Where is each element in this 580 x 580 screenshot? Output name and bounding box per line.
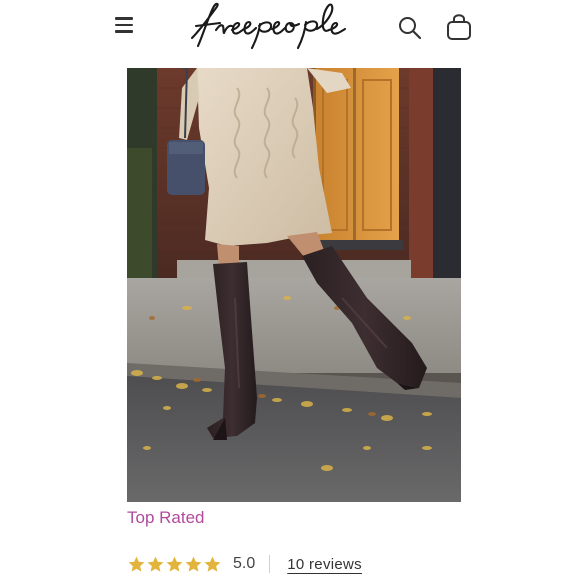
star-icon xyxy=(128,556,145,572)
menu-icon[interactable] xyxy=(115,17,133,33)
shopping-bag-icon[interactable] xyxy=(445,12,473,42)
star-icon xyxy=(204,556,221,572)
top-rated-badge: Top Rated xyxy=(127,508,205,527)
brand-logo[interactable] xyxy=(186,0,396,50)
star-rating xyxy=(127,555,222,574)
reviews-link[interactable]: 10 reviews xyxy=(287,556,362,573)
product-photo[interactable] xyxy=(127,68,461,502)
star-icon xyxy=(147,556,164,572)
divider xyxy=(269,555,271,573)
search-icon[interactable] xyxy=(397,15,423,41)
rating-value: 5.0 xyxy=(233,555,256,572)
rating-summary: 5.0 10 reviews xyxy=(127,551,362,577)
star-icon xyxy=(166,556,183,572)
site-header xyxy=(0,0,580,62)
product-image xyxy=(127,68,461,502)
star-icon xyxy=(185,556,202,572)
